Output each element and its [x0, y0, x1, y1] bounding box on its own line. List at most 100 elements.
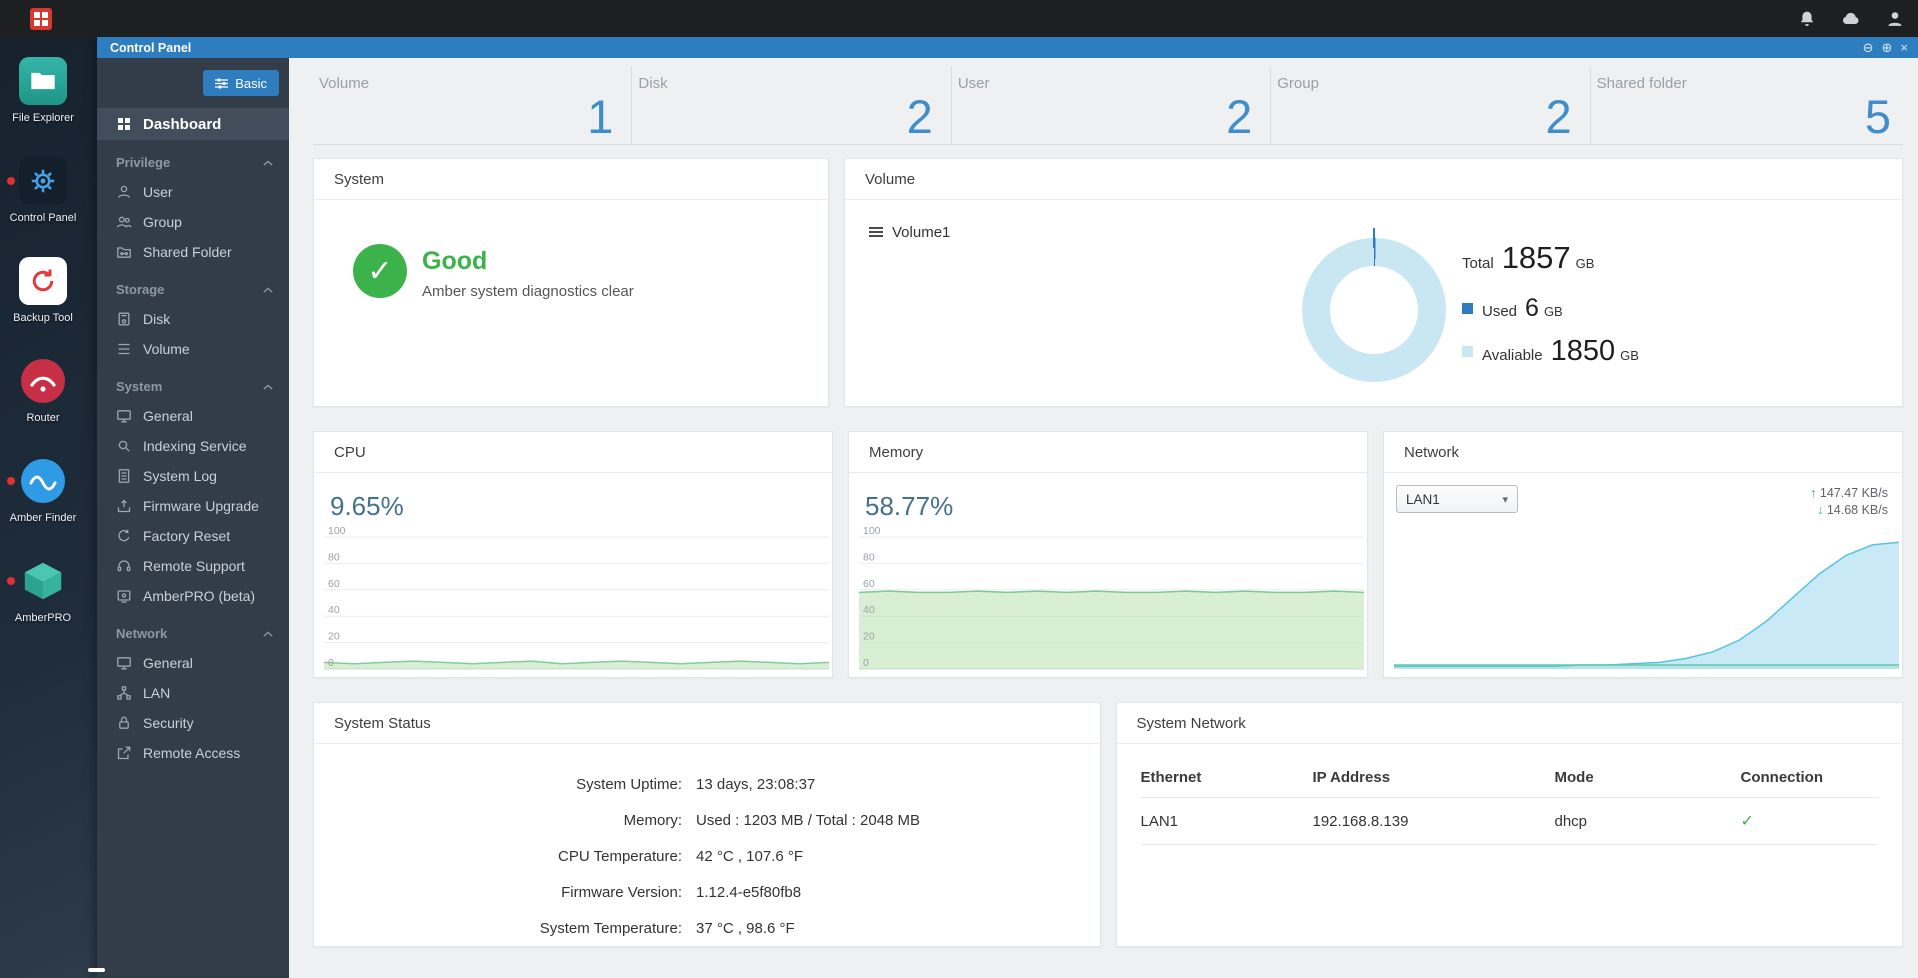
reset-icon	[118, 529, 130, 542]
sidebar-item-label: Dashboard	[143, 115, 222, 133]
monitor-icon	[117, 410, 131, 423]
available-swatch	[1462, 346, 1473, 357]
sidebar-item-amberpro-beta[interactable]: AmberPRO (beta)	[97, 581, 289, 611]
cell-ethernet: LAN1	[1140, 797, 1313, 845]
desktop-app-backup-tool[interactable]: Backup Tool	[0, 257, 86, 357]
stat-volume: Volume 1	[313, 67, 633, 144]
sidebar-item-security[interactable]: Security	[97, 708, 289, 738]
svg-text:20: 20	[328, 631, 340, 643]
status-value: 1.12.4-e5f80fb8	[696, 883, 802, 901]
memory-percent: 58.77%	[865, 491, 954, 521]
sidebar-item-remote-access[interactable]: Remote Access	[97, 738, 289, 768]
up-arrow-icon: ↑	[1810, 486, 1817, 500]
sidebar-item-label: General	[143, 655, 193, 671]
section-title: Storage	[116, 282, 165, 297]
lock-icon	[119, 716, 129, 729]
stat-value: 2	[1226, 90, 1253, 144]
stat-value: 1	[587, 90, 614, 144]
network-card: Network LAN1 ▾ ↑ 147.47 KB/s ↓ 14.68 KB/…	[1383, 431, 1903, 678]
basic-mode-button[interactable]: Basic	[203, 70, 279, 96]
sidebar-item-system-log[interactable]: System Log	[97, 461, 289, 491]
maximize-button-icon[interactable]: ⊕	[1882, 41, 1893, 54]
volume-list-item[interactable]: Volume1	[869, 224, 950, 241]
total-label: Total	[1462, 255, 1494, 272]
sidebar-item-shared-folder[interactable]: Shared Folder	[97, 237, 289, 267]
basic-mode-label: Basic	[235, 75, 267, 91]
interface-select[interactable]: LAN1 ▾	[1396, 485, 1518, 513]
sidebar-item-remote-support[interactable]: Remote Support	[97, 551, 289, 581]
app-label: Amber Finder	[9, 512, 77, 524]
sidebar-item-dashboard[interactable]: Dashboard	[97, 108, 289, 140]
status-label: Memory:	[623, 811, 682, 829]
sidebar-item-label: AmberPRO (beta)	[143, 588, 256, 604]
status-row-system-temp: System Temperature: 37 °C , 98.6 °F	[314, 910, 1100, 946]
sidebar-item-label: LAN	[143, 685, 171, 701]
donut-pointer	[1373, 228, 1375, 248]
cell-connection: ✓	[1740, 797, 1878, 845]
sidebar-item-label: Group	[143, 214, 182, 230]
col-mode: Mode	[1554, 758, 1741, 798]
notifications-bell-icon[interactable]	[1796, 8, 1818, 30]
sidebar-item-firmware-upgrade[interactable]: Firmware Upgrade	[97, 491, 289, 521]
connection-check-icon: ✓	[1740, 813, 1754, 830]
sidebar-item-lan[interactable]: LAN	[97, 678, 289, 708]
svg-text:80: 80	[328, 551, 340, 563]
sidebar-item-system-general[interactable]: General	[97, 401, 289, 431]
svg-text:0: 0	[328, 657, 334, 669]
sidebar-section-network[interactable]: Network	[97, 611, 289, 648]
desktop-app-control-panel[interactable]: Control Panel	[0, 157, 86, 257]
svg-text:40: 40	[328, 604, 340, 616]
col-ip-address: IP Address	[1312, 758, 1555, 798]
memory-card: Memory 58.77% 100 80 60 40 20 0	[848, 431, 1368, 678]
cloud-icon[interactable]	[1840, 8, 1862, 30]
stat-label: Disk	[638, 75, 668, 92]
total-unit: GB	[1575, 256, 1595, 271]
down-arrow-icon: ↓	[1817, 503, 1824, 517]
sidebar-item-indexing-service[interactable]: Indexing Service	[97, 431, 289, 461]
svg-text:100: 100	[328, 525, 346, 537]
sidebar-item-user[interactable]: User	[97, 177, 289, 207]
desktop-app-file-explorer[interactable]: File Explorer	[0, 57, 86, 157]
status-value: Used : 1203 MB / Total : 2048 MB	[696, 811, 921, 829]
app-label: File Explorer	[12, 112, 74, 124]
status-label: System Uptime:	[576, 775, 682, 793]
lan-topology-icon	[117, 686, 131, 700]
cell-ip-address: 192.168.8.139	[1312, 797, 1555, 845]
desktop-app-router[interactable]: Router	[0, 357, 86, 457]
section-title: System	[116, 379, 163, 394]
sidebar-section-privilege[interactable]: Privilege	[97, 140, 289, 177]
status-value: 42 °C , 107.6 °F	[696, 847, 804, 865]
window-titlebar[interactable]: Control Panel ⊖ ⊕ ×	[97, 37, 1918, 58]
sidebar-section-system[interactable]: System	[97, 364, 289, 401]
volume-card: Volume Volume1 Total 1857 GB Used 6 GB A…	[844, 158, 1903, 407]
control-panel-icon	[19, 157, 67, 205]
system-status-text: Good	[422, 247, 488, 275]
system-logo[interactable]	[30, 7, 52, 30]
amberpro-device-icon	[117, 590, 131, 603]
sidebar-item-disk[interactable]: Disk	[97, 304, 289, 334]
sidebar-item-volume[interactable]: Volume	[97, 334, 289, 364]
network-rates: ↑ 147.47 KB/s ↓ 14.68 KB/s	[1810, 485, 1888, 519]
minimize-button-icon[interactable]: ⊖	[1863, 41, 1874, 54]
svg-text:20: 20	[863, 631, 875, 643]
sidebar-item-label: Firmware Upgrade	[143, 498, 259, 514]
close-button-icon[interactable]: ×	[1900, 41, 1908, 54]
sidebar-item-label: Disk	[143, 311, 171, 327]
window-title: Control Panel	[110, 40, 192, 55]
used-label: Used	[1482, 303, 1518, 320]
volume-layers-icon	[118, 343, 130, 355]
user-account-icon[interactable]	[1884, 8, 1906, 30]
desktop-app-amber-finder[interactable]: Amber Finder	[0, 457, 86, 557]
sidebar-item-network-general[interactable]: General	[97, 648, 289, 678]
sidebar-item-label: System Log	[143, 468, 217, 484]
sidebar-item-group[interactable]: Group	[97, 207, 289, 237]
sidebar-section-storage[interactable]: Storage	[97, 267, 289, 304]
card-title: System Status	[314, 703, 1100, 744]
desktop-app-amberpro[interactable]: AmberPRO	[0, 557, 86, 657]
stat-shared-folder: Shared folder 5	[1591, 67, 1903, 144]
svg-text:100: 100	[863, 525, 881, 537]
topbar-icons	[1796, 8, 1906, 30]
sidebar-item-factory-reset[interactable]: Factory Reset	[97, 521, 289, 551]
down-rate: 14.68 KB/s	[1826, 503, 1888, 517]
sliders-icon	[215, 77, 229, 89]
